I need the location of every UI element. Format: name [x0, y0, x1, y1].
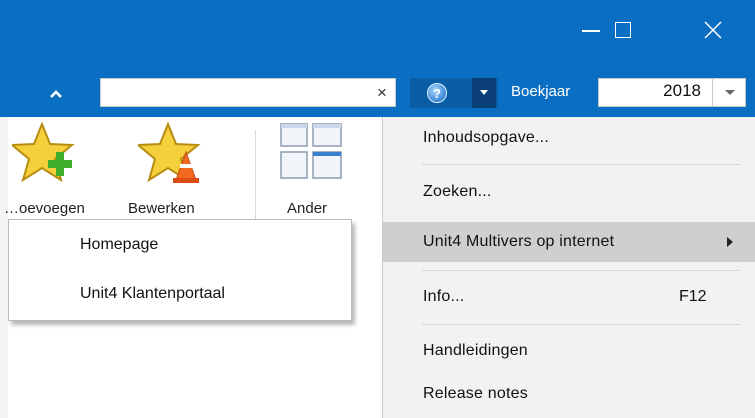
boekjaar-label: Boekjaar: [511, 83, 571, 100]
dropdown-arrow-icon: [480, 90, 488, 95]
menu-separator: [422, 270, 740, 271]
menu-item-info[interactable]: Info... F12: [383, 277, 755, 317]
help-dropdown-button[interactable]: [472, 78, 496, 108]
menu-separator: [422, 164, 740, 165]
ribbon-edge: [0, 117, 8, 418]
menu-item-label: Zoeken...: [423, 183, 492, 200]
menu-item-unit4-internet[interactable]: Unit4 Multivers op internet: [383, 222, 755, 262]
menu-separator: [422, 324, 740, 325]
menu-item-label: Release notes: [423, 385, 528, 402]
menu-item-shortcut: F12: [679, 288, 707, 305]
submenu-popup: [8, 219, 352, 321]
menu-item-label: Unit4 Multivers op internet: [423, 233, 615, 250]
boekjaar-dropdown-button[interactable]: [716, 78, 744, 107]
help-glyph: ?: [433, 85, 441, 101]
menu-item-inhoudsopgave[interactable]: Inhoudsopgave...: [383, 118, 755, 158]
clear-icon: ×: [377, 82, 387, 102]
star-edit-icon[interactable]: [135, 121, 204, 191]
collapse-ribbon-button[interactable]: [42, 83, 70, 105]
search-clear-button[interactable]: ×: [368, 78, 396, 107]
ribbon-label-bewerken: Bewerken: [128, 200, 195, 217]
search-input[interactable]: [100, 78, 396, 107]
menu-item-zoeken[interactable]: Zoeken...: [383, 172, 755, 212]
menu-item-release-notes[interactable]: Release notes: [383, 374, 755, 414]
ribbon-label-ander: Ander: [287, 200, 328, 217]
close-button[interactable]: [688, 10, 738, 50]
help-menu: [382, 117, 755, 418]
submenu-arrow-icon: [727, 237, 733, 247]
select-divider: [712, 79, 713, 106]
chevron-down-icon: [725, 89, 735, 95]
chevron-up-icon: [50, 90, 62, 98]
menu-item-label: Info...: [423, 288, 465, 305]
submenu-item-klantenportaal[interactable]: Unit4 Klantenportaal: [80, 285, 225, 303]
ribbon-separator: [255, 130, 256, 222]
help-icon[interactable]: ?: [427, 83, 447, 103]
maximize-button[interactable]: [598, 10, 648, 50]
maximize-icon: [615, 22, 631, 38]
ribbon-label-toevoegen: …oevoegen: [4, 200, 85, 217]
close-icon: [704, 21, 722, 39]
menu-item-label: Inhoudsopgave...: [423, 129, 549, 146]
star-plus-icon[interactable]: [9, 121, 78, 191]
submenu-item-homepage[interactable]: Homepage: [80, 236, 158, 254]
menu-item-label: Handleidingen: [423, 342, 528, 359]
boekjaar-value: 2018: [663, 81, 701, 100]
menu-item-handleidingen[interactable]: Handleidingen: [383, 331, 755, 371]
windows-icon[interactable]: [280, 123, 346, 192]
